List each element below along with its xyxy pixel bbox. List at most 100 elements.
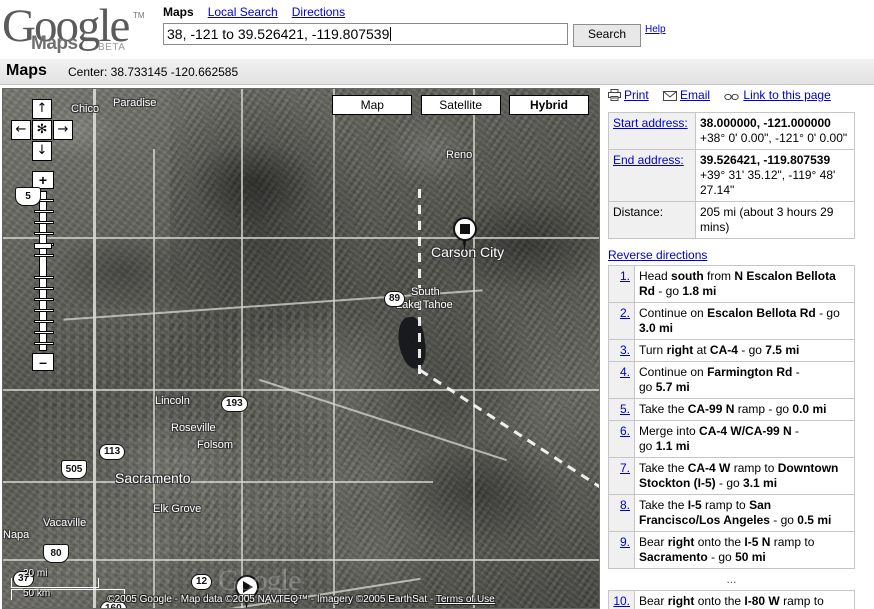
direction-step-number[interactable]: 5. (609, 399, 635, 421)
direction-step-row[interactable]: 9.Bear right onto the I-5 N ramp to Sacr… (609, 532, 855, 569)
zoom-slider-track[interactable] (39, 191, 47, 351)
route-info-value: 38.000000, -121.000000+38° 0' 0.00", -12… (696, 113, 855, 150)
direction-step-number-link[interactable]: 2. (620, 306, 630, 320)
logo-tm-mark: TM (133, 11, 145, 20)
pan-up-icon[interactable]: ↑ (32, 99, 52, 119)
route-info-label-link[interactable]: End address: (613, 153, 684, 167)
end-marker[interactable] (453, 217, 479, 251)
map-road (241, 89, 243, 608)
print-link[interactable]: Print (624, 88, 649, 102)
email-action[interactable]: Email (663, 88, 710, 104)
map-road (93, 89, 96, 608)
steps-gap: ... (609, 569, 855, 591)
print-action[interactable]: Print (608, 88, 649, 104)
direction-step-row[interactable]: 3.Turn right at CA-4 - go 7.5 mi (609, 340, 855, 362)
zoom-slider-thumb[interactable] (34, 243, 52, 249)
attribution-text: ©2005 Google - Map data ©2005 NAVTEQ™ - … (107, 594, 436, 605)
directions-steps-table: 1.Head south from N Escalon Bellota Rd -… (608, 265, 855, 609)
google-maps-logo: Google TM Maps BETA (2, 3, 154, 57)
map-type-switcher: Map Satellite Hybrid (327, 95, 589, 115)
search-button[interactable]: Search (573, 24, 641, 47)
highway-shield-icon: 89 (384, 291, 405, 307)
highway-shield-icon: 505 (61, 460, 87, 479)
nav-tab-local-search[interactable]: Local Search (208, 5, 278, 19)
direction-step-number[interactable]: 8. (609, 495, 635, 532)
email-link[interactable]: Email (680, 88, 710, 102)
route-info-value: 39.526421, -119.807539+39° 31' 35.12", -… (696, 150, 855, 202)
route-info-label-link[interactable]: Start address: (613, 116, 688, 130)
scale-bar-miles (11, 578, 99, 588)
scale-label-miles: 20 mi (23, 568, 47, 579)
map-road (473, 89, 475, 608)
direction-step-number[interactable]: 7. (609, 458, 635, 495)
map-road (3, 237, 599, 239)
map-road (153, 149, 155, 608)
direction-step-number[interactable]: 2. (609, 303, 635, 340)
direction-step-text: Take the CA-4 W ramp to Downtown Stockto… (635, 458, 855, 495)
direction-step-number-link[interactable]: 8. (620, 498, 630, 512)
farmland-texture (39, 307, 337, 598)
direction-step-row[interactable]: 2. Continue on Escalon Bellota Rd - go 3.… (609, 303, 855, 340)
highway-shield-icon: 193 (221, 396, 248, 412)
map-road (3, 481, 433, 483)
route-info-value-secondary: +38° 0' 0.00", -121° 0' 0.00" (700, 131, 847, 145)
route-info-row: Start address: 38.000000, -121.000000+38°… (609, 113, 855, 150)
direction-step-text: Continue on Farmington Rd -go 5.7 mi (635, 362, 855, 399)
direction-step-number[interactable]: 1. (609, 266, 635, 303)
nav-tab-maps[interactable]: Maps (163, 5, 194, 19)
direction-step-row[interactable]: 8. Take the I-5 ramp to San Francisco/Los… (609, 495, 855, 532)
direction-step-number-link[interactable]: 6. (620, 424, 630, 438)
direction-step-row[interactable]: 7. Take the CA-4 W ramp to Downtown Stock… (609, 458, 855, 495)
direction-step-number[interactable]: 3. (609, 340, 635, 362)
direction-step-row[interactable]: 6.Merge into CA-4 W/CA-99 N -go 1.1 mi (609, 421, 855, 458)
steps-gap-ellipsis: ... (609, 569, 855, 591)
direction-step-number[interactable]: 9. (609, 532, 635, 569)
pan-down-icon[interactable]: ↓ (32, 141, 52, 161)
printer-icon (608, 89, 621, 104)
direction-step-row[interactable]: 4. Continue on Farmington Rd -go 5.7 mi (609, 362, 855, 399)
map-canvas[interactable]: Map Satellite Hybrid ↑ ← ✻ → ↓ + – Chico… (2, 88, 600, 609)
map-type-satellite[interactable]: Satellite (421, 95, 501, 115)
route-info-value-secondary: +39° 31' 35.12", -119° 48' 27.14" (700, 168, 835, 197)
route-info-label[interactable]: End address: (609, 150, 696, 202)
direction-step-number-link[interactable]: 3. (620, 343, 630, 357)
route-info-label[interactable]: Start address: (609, 113, 696, 150)
help-link[interactable]: Help (645, 24, 666, 35)
pan-right-icon[interactable]: → (53, 120, 73, 140)
direction-step-number-link[interactable]: 9. (620, 535, 630, 549)
direction-step-number-link[interactable]: 4. (620, 365, 630, 379)
link-to-this-page-link[interactable]: Link to this page (743, 88, 830, 102)
nav-tab-directions[interactable]: Directions (292, 5, 345, 19)
logo-maps-text: Maps (31, 33, 78, 55)
search-input[interactable]: 38, -121 to 39.526421, -119.807539 (163, 23, 568, 45)
map-attribution: ©2005 Google - Map data ©2005 NAVTEQ™ - … (3, 594, 599, 605)
map-type-map[interactable]: Map (332, 95, 412, 115)
direction-step-number[interactable]: 10. (609, 591, 635, 609)
route-info-table: Start address: 38.000000, -121.000000+38°… (608, 112, 855, 239)
map-type-hybrid[interactable]: Hybrid (509, 95, 589, 115)
direction-step-number-link[interactable]: 1. (620, 269, 630, 283)
zoom-out-button[interactable]: – (32, 353, 54, 371)
direction-step-row[interactable]: 5.Take the CA-99 N ramp - go 0.0 mi (609, 399, 855, 421)
direction-step-number[interactable]: 4. (609, 362, 635, 399)
terms-of-use-link[interactable]: Terms of Use (436, 594, 495, 605)
direction-step-number-link[interactable]: 10. (613, 594, 630, 608)
route-info-row: End address: 39.526421, -119.807539+39° 3… (609, 150, 855, 202)
direction-step-row[interactable]: 1.Head south from N Escalon Bellota Rd -… (609, 266, 855, 303)
chain-link-icon (724, 90, 740, 104)
map-road (3, 559, 599, 561)
direction-step-number-link[interactable]: 5. (620, 402, 630, 416)
direction-step-text: Take the I-5 ramp to San Francisco/Los A… (635, 495, 855, 532)
text-cursor (390, 27, 391, 41)
direction-step-text: Continue on Escalon Bellota Rd - go 3.0 … (635, 303, 855, 340)
reverse-directions-link[interactable]: Reverse directions (608, 248, 707, 262)
permalink-action[interactable]: Link to this page (724, 88, 830, 104)
direction-step-row[interactable]: 10.Bear right onto the I-80 W ramp to (609, 591, 855, 609)
recenter-icon[interactable]: ✻ (32, 120, 52, 140)
route-info-label: Distance: (609, 202, 696, 239)
logo-beta-badge: BETA (98, 42, 125, 53)
direction-step-number[interactable]: 6. (609, 421, 635, 458)
pan-left-icon[interactable]: ← (11, 120, 31, 140)
route-info-row: Distance:205 mi (about 3 hours 29 mins) (609, 202, 855, 239)
direction-step-number-link[interactable]: 7. (620, 461, 630, 475)
